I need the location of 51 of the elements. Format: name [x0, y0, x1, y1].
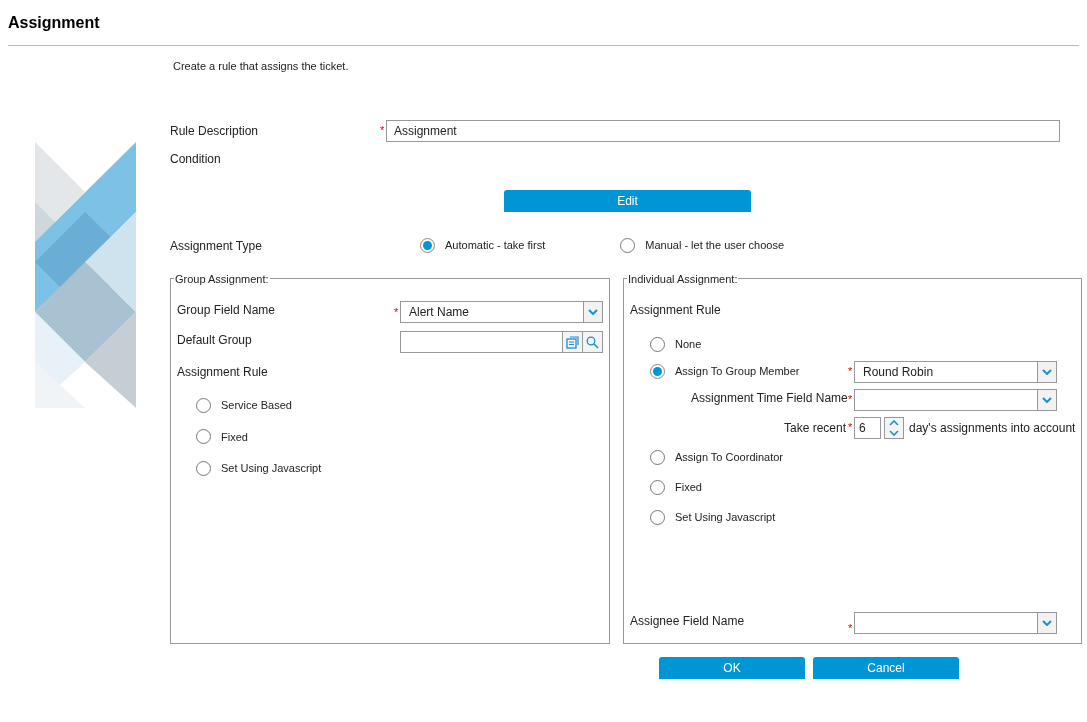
radio-button[interactable] — [650, 450, 665, 465]
radio-button[interactable] — [650, 510, 665, 525]
search-icon[interactable] — [582, 332, 602, 352]
field-label: Default Group — [177, 332, 253, 349]
radio-label[interactable]: Set Using Javascript — [221, 460, 322, 477]
radio-label[interactable]: None — [675, 336, 702, 353]
number-field[interactable]: 6 — [854, 416, 881, 439]
panel-legend: Group Assignment: — [174, 270, 270, 287]
page-title: Assignment — [8, 12, 100, 33]
radio-label[interactable]: Service Based — [221, 397, 292, 414]
radio-button[interactable] — [196, 397, 211, 413]
required-asterisk: * — [394, 306, 400, 318]
list-icon[interactable] — [562, 332, 582, 352]
radio-button[interactable] — [650, 336, 665, 352]
field-label: Group Field Name — [177, 302, 277, 319]
required-asterisk: * — [848, 622, 854, 634]
radio-label[interactable]: Fixed — [675, 479, 702, 496]
radio-button[interactable] — [196, 460, 211, 476]
radio-label[interactable]: Assign To Group Member — [675, 363, 800, 380]
dropdown-field[interactable] — [854, 388, 1057, 411]
text-field[interactable]: Assignment — [386, 119, 1060, 142]
section-label: Assignment Rule — [177, 364, 269, 381]
field-label: Assignment Time Field Name — [690, 389, 848, 407]
required-asterisk: * — [848, 394, 854, 405]
field-label: Take recent — [782, 419, 847, 437]
radio-label[interactable]: Manual - let the user choose — [645, 237, 785, 254]
radio-label[interactable]: Automatic - take first — [445, 237, 546, 254]
panel-legend: Individual Assignment: — [627, 270, 739, 287]
required-asterisk: * — [848, 366, 854, 377]
lookup-field[interactable] — [400, 331, 603, 353]
required-asterisk: * — [848, 422, 854, 433]
field-label: Assignee Field Name — [630, 612, 746, 630]
radio-label[interactable]: Set Using Javascript — [675, 509, 776, 526]
radio-button[interactable] — [196, 429, 211, 445]
field-label: Assignment Type — [170, 237, 263, 255]
field-label: Rule Description — [170, 122, 260, 140]
radio-label[interactable]: Fixed — [221, 428, 248, 445]
section-label: Assignment Rule — [630, 302, 722, 319]
field-label: Condition — [170, 150, 222, 168]
field-label: day's assignments into account — [909, 419, 1076, 437]
dropdown-field[interactable]: Round Robin — [854, 360, 1057, 383]
radio-button[interactable] — [620, 238, 636, 253]
spinner-icon[interactable] — [884, 416, 904, 439]
radio-button[interactable] — [650, 364, 665, 379]
radio-button[interactable] — [650, 480, 665, 495]
dropdown-field[interactable] — [854, 611, 1057, 634]
description-text: Create a rule that assigns the ticket. — [173, 59, 350, 74]
radio-button[interactable] — [420, 238, 435, 253]
dropdown-field[interactable]: Alert Name — [400, 301, 603, 323]
radio-label[interactable]: Assign To Coordinator — [675, 449, 784, 466]
required-asterisk: * — [380, 123, 386, 139]
